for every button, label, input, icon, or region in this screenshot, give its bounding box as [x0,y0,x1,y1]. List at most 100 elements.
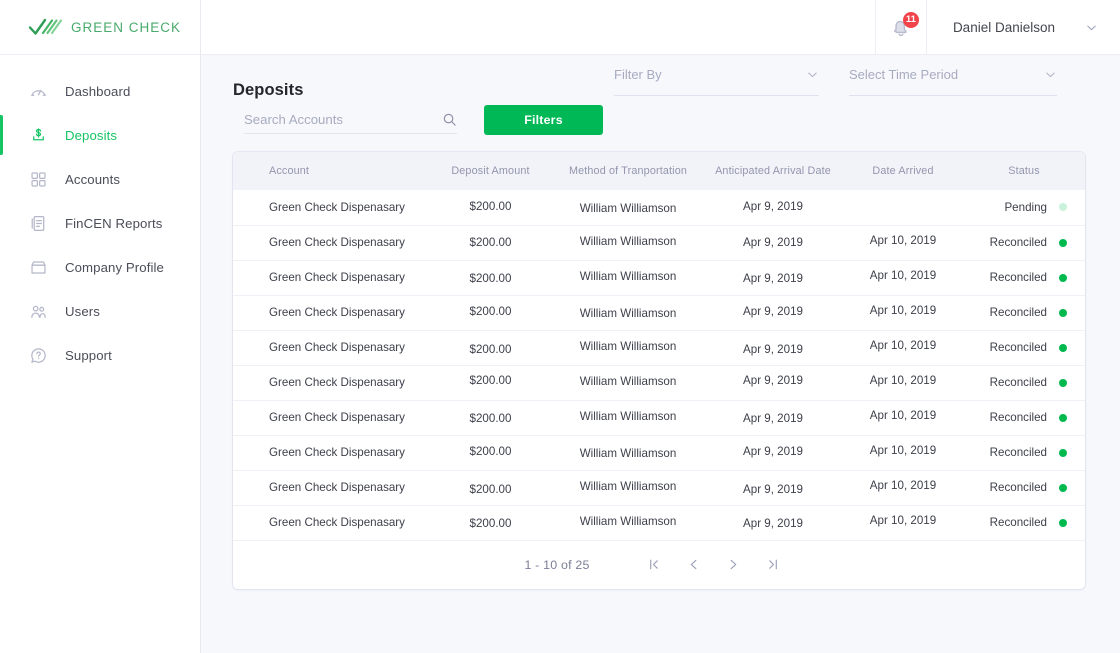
sidebar-item-label: FinCEN Reports [65,215,163,231]
table-row[interactable]: Green Check Dispenasary $200.00 William Wi… [233,365,1085,401]
sidebar-item-dashboard[interactable]: Dashboard [0,69,200,113]
table-row[interactable]: Green Check Dispenasary $200.00 William Wi… [233,225,1085,261]
table-head: Account Deposit Amount Method of Tranpor… [233,152,1085,190]
table-row[interactable]: Green Check Dispenasary $200.00 William Wi… [233,190,1085,226]
filter-by-select[interactable]: Filter By [614,67,819,96]
cell-amount: $200.00 [428,225,553,261]
cell-anticipated: Apr 9, 2019 [703,190,843,226]
chevron-down-icon [806,68,819,81]
cell-method: William Williamson [553,225,703,261]
store-icon [29,258,48,277]
cell-anticipated: Apr 9, 2019 [703,470,843,506]
content-area: Deposits Filter By Select Time Period Se… [201,55,1120,653]
cell-amount: $200.00 [428,260,553,296]
table-row[interactable]: Green Check Dispenasary $200.00 William Wi… [233,505,1085,541]
notifications-button[interactable]: 11 [874,0,927,54]
cell-method: William Williamson [553,470,703,506]
cell-method: William Williamson [553,365,703,401]
cell-anticipated: Apr 9, 2019 [703,365,843,401]
table-row[interactable]: Green Check Dispenasary $200.00 William Wi… [233,470,1085,506]
help-icon [29,346,48,365]
filter-by-label: Filter By [614,67,662,82]
sidebar-item-label: Dashboard [65,83,131,99]
green-check-logo-icon [28,16,62,38]
sidebar-item-accounts[interactable]: Accounts [0,157,200,201]
cell-status: Reconciled [963,330,1085,366]
sidebar-item-label: Support [65,347,112,363]
status-dot [1059,343,1067,352]
filters-button[interactable]: Filters [484,105,603,135]
dollar-icon [29,126,48,145]
column-header-account[interactable]: Account [233,152,428,190]
cell-amount: $200.00 [428,365,553,401]
cell-status: Reconciled [963,470,1085,506]
cell-method: William Williamson [553,190,703,226]
sidebar-nav: Dashboard Deposits Accounts FinCEN Repor… [0,55,200,377]
sidebar-item-users[interactable]: Users [0,289,200,333]
search-icon[interactable] [442,112,457,127]
cell-method: William Williamson [553,400,703,436]
table-row[interactable]: Green Check Dispenasary $200.00 William Wi… [233,435,1085,471]
cell-account: Green Check Dispenasary [233,260,428,296]
column-header-arrived[interactable]: Date Arrived [843,152,963,190]
cell-method: William Williamson [553,505,703,541]
status-dot [1059,273,1067,282]
cell-account: Green Check Dispenasary [233,295,428,331]
sidebar-item-support[interactable]: Support [0,333,200,377]
cell-account: Green Check Dispenasary [233,470,428,506]
column-header-anticipated[interactable]: Anticipated Arrival Date [703,152,843,190]
last-page-button[interactable] [759,551,789,579]
status-label: Reconciled [989,236,1047,249]
sidebar-item-label: Accounts [65,171,121,187]
prev-page-button[interactable] [679,551,709,579]
status-label: Reconciled [989,271,1047,284]
cell-status: Reconciled [963,365,1085,401]
cell-anticipated: Apr 9, 2019 [703,435,843,471]
cell-arrived: Apr 10, 2019 [843,225,963,261]
status-dot [1059,238,1067,247]
table-row[interactable]: Green Check Dispenasary $200.00 William Wi… [233,400,1085,436]
status-dot [1059,378,1067,387]
time-period-select[interactable]: Select Time Period [849,67,1057,96]
cell-account: Green Check Dispenasary [233,435,428,471]
status-dot [1059,483,1067,492]
next-page-button[interactable] [719,551,749,579]
cell-amount: $200.00 [428,470,553,506]
cell-anticipated: Apr 9, 2019 [703,400,843,436]
cell-status: Reconciled [963,225,1085,261]
sidebar-item-fincen-reports[interactable]: FinCEN Reports [0,201,200,245]
sidebar-item-company-profile[interactable]: Company Profile [0,245,200,289]
sidebar-item-label: Company Profile [65,259,164,275]
document-icon [29,214,48,233]
cell-arrived: Apr 10, 2019 [843,295,963,331]
chevron-down-icon [1085,21,1098,34]
cell-arrived: Apr 10, 2019 [843,470,963,506]
cell-arrived: Apr 10, 2019 [843,400,963,436]
search-accounts-box[interactable] [244,106,457,134]
cell-arrived: Apr 10, 2019 [843,260,963,296]
column-header-amount[interactable]: Deposit Amount [428,152,553,190]
cell-method: William Williamson [553,330,703,366]
first-page-button[interactable] [639,551,669,579]
user-menu[interactable]: Daniel Danielson [927,0,1120,54]
status-dot [1059,518,1067,527]
column-header-method[interactable]: Method of Tranportation [553,152,703,190]
search-input[interactable] [244,108,424,131]
brand[interactable]: GREEN CHECK [0,0,200,55]
cell-amount: $200.00 [428,295,553,331]
status-dot [1059,448,1067,457]
cell-account: Green Check Dispenasary [233,505,428,541]
table-row[interactable]: Green Check Dispenasary $200.00 William Wi… [233,295,1085,331]
users-icon [29,302,48,321]
pagination-range: 1 - 10 of 25 [524,557,590,572]
cell-anticipated: Apr 9, 2019 [703,225,843,261]
status-label: Pending [1004,200,1047,214]
sidebar-item-deposits[interactable]: Deposits [0,113,200,157]
table-row[interactable]: Green Check Dispenasary $200.00 William Wi… [233,330,1085,366]
column-header-status[interactable]: Status [963,152,1085,190]
table-row[interactable]: Green Check Dispenasary $200.00 William Wi… [233,260,1085,296]
table-body: Green Check Dispenasary $200.00 William Wi… [233,190,1085,541]
sidebar-item-label: Deposits [65,127,118,143]
gauge-icon [29,82,48,101]
cell-amount: $200.00 [428,435,553,471]
